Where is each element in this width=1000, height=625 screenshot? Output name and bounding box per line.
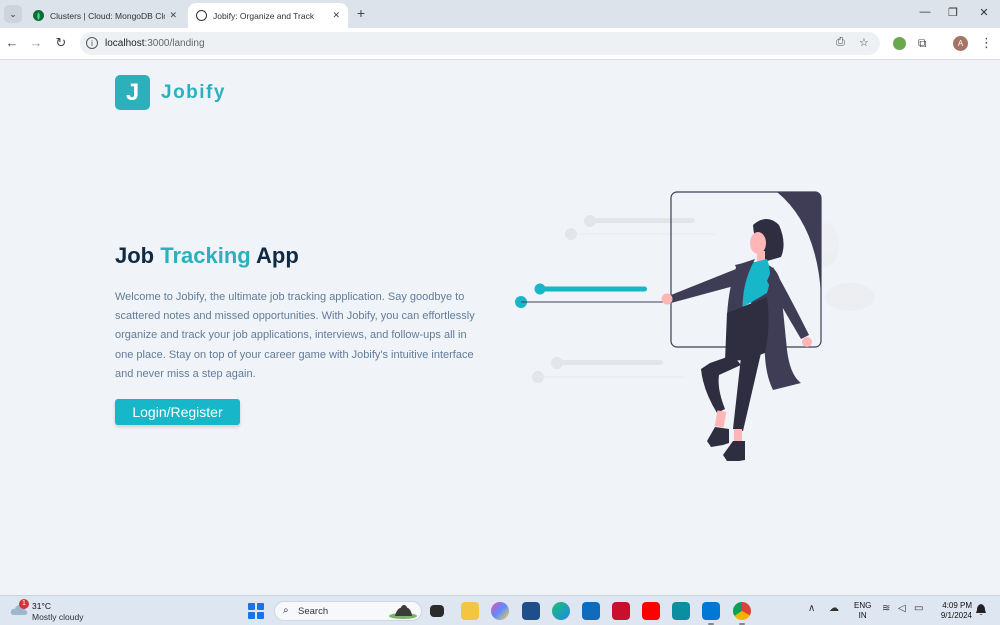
tab-jobify[interactable]: Jobify: Organize and Track ✕ — [188, 3, 348, 28]
mongodb-leaf-icon — [33, 10, 44, 21]
volume-icon[interactable]: ◁ — [898, 603, 906, 614]
logo-mark: J — [115, 75, 150, 110]
tab-title: Jobify: Organize and Track — [213, 10, 315, 21]
browser-toolbar: ← → ↻ i localhost:3000/landing ⎙ ☆ ⧉ A ⋮ — [0, 28, 1000, 60]
minimize-icon[interactable]: — — [916, 6, 934, 18]
microsoft-store-icon[interactable] — [522, 602, 540, 620]
tab-mongodb[interactable]: Clusters | Cloud: MongoDB Cloud ✕ — [25, 3, 185, 28]
wifi-icon[interactable]: ≋ — [882, 603, 890, 614]
restore-icon[interactable]: ❐ — [944, 6, 962, 19]
window-close-icon[interactable]: ✕ — [975, 6, 993, 19]
title-accent: Tracking — [160, 243, 251, 268]
new-tab-plus-icon[interactable]: + — [352, 5, 370, 21]
language-indicator[interactable]: ENG IN — [854, 601, 871, 621]
woman-figure — [661, 219, 812, 461]
tab-title: Clusters | Cloud: MongoDB Cloud — [50, 10, 166, 21]
close-icon[interactable]: ✕ — [169, 10, 177, 21]
extension-green-icon[interactable] — [893, 37, 906, 50]
reload-icon[interactable]: ↻ — [52, 35, 70, 51]
search-highlight-gorilla-icon — [389, 605, 417, 619]
copilot-icon[interactable] — [491, 602, 509, 620]
weather-alert-badge: 1 — [19, 599, 29, 609]
teal-lines — [515, 283, 667, 308]
task-view-icon[interactable] — [430, 605, 444, 617]
address-bar[interactable]: i localhost:3000/landing ⎙ ☆ — [80, 32, 880, 55]
battery-icon[interactable]: ▭ — [914, 603, 923, 614]
bookmark-star-icon[interactable]: ☆ — [859, 36, 869, 49]
forward-arrow-icon[interactable]: → — [27, 35, 45, 50]
decor-lines — [532, 215, 875, 383]
page-title: Job Tracking App — [115, 243, 299, 268]
install-app-icon[interactable]: ⎙ — [836, 36, 845, 49]
system-clock[interactable]: 4:09 PM 9/1/2024 — [934, 601, 972, 621]
windows-start-icon[interactable] — [248, 603, 264, 619]
menu-kebab-icon[interactable]: ⋮ — [980, 35, 993, 51]
site-info-icon[interactable]: i — [86, 37, 98, 49]
notification-bell-icon[interactable] — [976, 604, 986, 615]
outlook-icon[interactable] — [582, 602, 600, 620]
onedrive-cloud-icon[interactable]: ☁ — [829, 603, 839, 614]
chrome-icon[interactable] — [733, 602, 751, 625]
close-icon[interactable]: ✕ — [332, 10, 340, 21]
profile-avatar[interactable]: A — [953, 36, 968, 51]
mcafee-icon[interactable] — [612, 602, 630, 620]
globe-icon — [196, 10, 207, 21]
weather-condition[interactable]: Mostly cloudy — [32, 612, 84, 622]
vscode-icon[interactable] — [702, 602, 720, 625]
search-icon: ⌕ — [283, 605, 289, 616]
tab-search-chevron-icon[interactable]: ⌄ — [4, 5, 22, 23]
back-arrow-icon[interactable]: ← — [3, 35, 21, 50]
file-explorer-icon[interactable] — [461, 602, 479, 620]
logo-text: Jobify — [161, 82, 226, 103]
login-register-button[interactable]: Login/Register — [115, 399, 240, 425]
windows-taskbar: 1 31°C Mostly cloudy ⌕ Search ∧ ☁ ENG IN … — [0, 595, 1000, 625]
search-label: Search — [298, 606, 329, 617]
url-text[interactable]: localhost:3000/landing — [105, 38, 205, 49]
chevron-up-icon[interactable]: ∧ — [808, 603, 815, 614]
weather-temperature[interactable]: 31°C — [32, 601, 51, 611]
teal-app-icon[interactable] — [672, 602, 690, 620]
extensions-puzzle-icon[interactable]: ⧉ — [918, 36, 927, 51]
hero-illustration — [515, 191, 875, 461]
tab-strip: ⌄ Clusters | Cloud: MongoDB Cloud ✕ Jobi… — [0, 0, 1000, 28]
hero-description: Welcome to Jobify, the ultimate job trac… — [115, 291, 475, 380]
edge-browser-icon[interactable] — [552, 602, 570, 620]
youtube-icon[interactable] — [642, 602, 660, 620]
taskbar-search-box[interactable]: ⌕ Search — [274, 601, 422, 621]
